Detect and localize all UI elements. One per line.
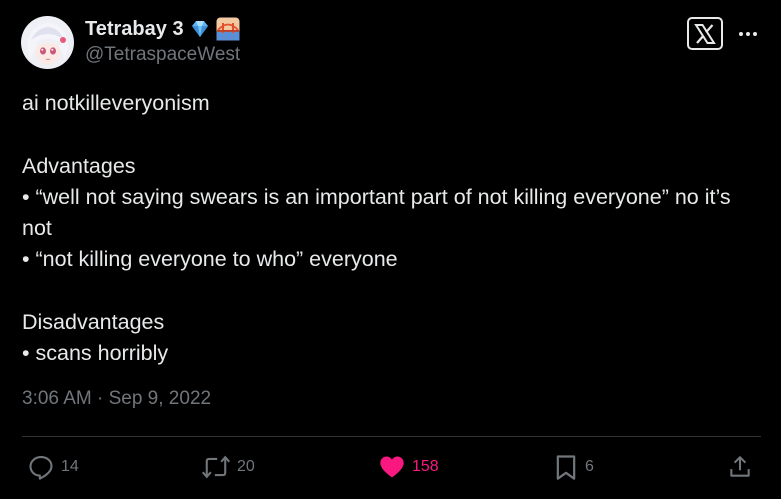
retweet-count: 20 xyxy=(237,458,255,475)
tweet-text: ai notkilleveryonism Advantages • “well … xyxy=(22,88,762,370)
tweet-paragraph: Advantages • “well not saying swears is … xyxy=(22,153,731,272)
author-display-name[interactable]: Tetrabay 3 xyxy=(85,18,184,41)
bookmark-button[interactable]: 6 xyxy=(553,451,594,483)
more-options-icon[interactable] xyxy=(737,24,759,44)
reply-button[interactable]: 14 xyxy=(27,451,79,483)
share-button[interactable] xyxy=(727,451,753,483)
divider xyxy=(22,436,761,437)
bridge-icon xyxy=(216,17,240,41)
heart-icon xyxy=(380,456,404,478)
x-logo-icon[interactable] xyxy=(687,17,723,50)
tweet-card: Tetrabay 3 @TetraspaceWest ai notkilleve… xyxy=(0,0,781,499)
like-button[interactable]: 158 xyxy=(378,451,439,483)
bookmark-count: 6 xyxy=(585,458,594,475)
tweet-timestamp[interactable]: 3:06 AM · Sep 9, 2022 xyxy=(22,388,211,410)
tweet-paragraph: Disadvantages • scans horribly xyxy=(22,310,169,366)
gem-icon xyxy=(188,17,212,41)
reply-count: 14 xyxy=(61,458,79,475)
retweet-button[interactable]: 20 xyxy=(201,451,255,483)
reply-icon xyxy=(29,456,53,480)
author-handle[interactable]: @TetraspaceWest xyxy=(85,44,240,66)
bookmark-icon xyxy=(556,455,576,480)
avatar-image xyxy=(21,16,74,69)
avatar[interactable] xyxy=(21,16,74,69)
share-icon xyxy=(730,456,750,477)
tweet-paragraph: ai notkilleveryonism xyxy=(22,91,210,115)
author-name-row: Tetrabay 3 xyxy=(85,16,240,42)
retweet-icon xyxy=(201,455,231,479)
like-count: 158 xyxy=(412,458,439,475)
